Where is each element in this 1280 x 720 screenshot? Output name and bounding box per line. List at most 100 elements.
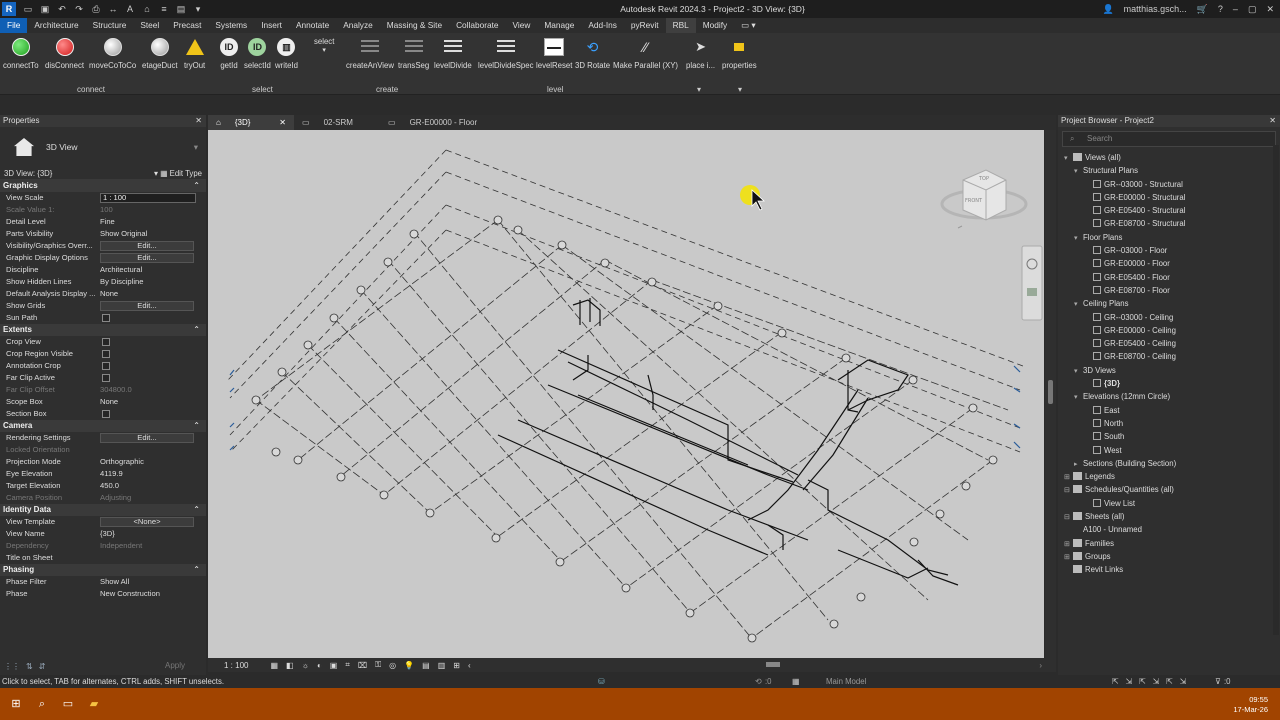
sort-icon[interactable]: ⇅: [26, 662, 33, 671]
browser-node[interactable]: GR-E00000 - Ceiling: [1058, 324, 1280, 337]
tab-floor-plan[interactable]: ▭ GR-E00000 - Floor: [380, 115, 500, 130]
apply-button[interactable]: Apply: [154, 660, 196, 672]
browser-node[interactable]: ⊞ Families: [1058, 537, 1280, 550]
etageduct-button[interactable]: etageDuct: [142, 37, 178, 70]
vertical-scrollbar[interactable]: [1045, 130, 1056, 658]
tab-3d[interactable]: ⌂ {3D} ✕: [208, 115, 294, 130]
property-checkbox[interactable]: [102, 374, 110, 382]
property-group-header[interactable]: Graphics ⌃: [0, 180, 206, 192]
property-checkbox[interactable]: [102, 410, 110, 418]
property-group-header[interactable]: Phasing ⌃: [0, 564, 206, 576]
browser-node[interactable]: GR--03000 - Floor: [1058, 244, 1280, 257]
browser-node[interactable]: ▾ 3D Views: [1058, 364, 1280, 377]
tab-rbl[interactable]: RBL: [665, 18, 696, 33]
expand-toggle-icon[interactable]: ▸: [1074, 458, 1083, 471]
tab-steel[interactable]: Steel: [133, 18, 166, 33]
3d-view-icon[interactable]: ⌂: [141, 3, 153, 15]
property-edit-button[interactable]: <None>: [100, 517, 194, 527]
browser-node[interactable]: GR--03000 - Ceiling: [1058, 311, 1280, 324]
browser-node[interactable]: ⊟ Sheets (all): [1058, 510, 1280, 523]
filter-icon[interactable]: ⊽: [1215, 675, 1221, 688]
tab-annotate[interactable]: Annotate: [289, 18, 336, 33]
expand-toggle-icon[interactable]: ⊞: [1064, 551, 1073, 564]
property-value[interactable]: Show All: [100, 577, 129, 586]
active-model[interactable]: Main Model: [826, 675, 866, 688]
property-value[interactable]: 4119.9: [100, 469, 123, 478]
browser-node[interactable]: GR-E00000 - Floor: [1058, 257, 1280, 270]
ribbon-options-icon[interactable]: ▭ ▾: [734, 18, 762, 33]
sort-desc-icon[interactable]: ⇵: [39, 662, 46, 671]
levelreset-button[interactable]: levelReset: [536, 37, 572, 70]
windows-start-icon[interactable]: ⊞: [9, 697, 23, 711]
browser-node[interactable]: Revit Links: [1058, 563, 1280, 576]
workset-icon[interactable]: ⛁: [598, 675, 605, 688]
expand-toggle-icon[interactable]: ▾: [1074, 298, 1083, 311]
tab-modify[interactable]: Modify: [696, 18, 734, 33]
worksharing-icon[interactable]: ⟲: [755, 675, 762, 688]
property-group-header[interactable]: Camera ⌃: [0, 420, 206, 432]
type-selector[interactable]: 3D View ▾: [0, 127, 206, 167]
property-value[interactable]: Show Original: [100, 229, 147, 238]
measure-icon[interactable]: ↔: [107, 3, 119, 15]
expand-toggle-icon[interactable]: ▾: [1064, 152, 1073, 165]
revit-logo-icon[interactable]: R: [2, 2, 16, 16]
horizontal-scrollbar-thumb[interactable]: [766, 662, 780, 667]
property-value[interactable]: None: [100, 397, 118, 406]
navigation-bar[interactable]: [1021, 245, 1043, 321]
property-value[interactable]: Architectural: [100, 265, 142, 274]
constraints-icon[interactable]: ⊞: [453, 661, 460, 670]
browser-node[interactable]: ⊞ Groups: [1058, 550, 1280, 563]
browser-node[interactable]: ⊟ Schedules/Quantities (all): [1058, 483, 1280, 496]
movecotoco-button[interactable]: moveCoToCo: [89, 37, 136, 70]
leveldividespec-button[interactable]: levelDivideSpec: [478, 37, 533, 70]
tab-pyrevit[interactable]: pyRevit: [624, 18, 666, 33]
browser-node[interactable]: ▾ Ceiling Plans: [1058, 297, 1280, 310]
undo-icon[interactable]: ↶: [56, 3, 68, 15]
property-edit-button[interactable]: Edit...: [100, 241, 194, 251]
writeid-button[interactable]: ▥ writeId: [275, 37, 298, 70]
clock[interactable]: 09:55 17-Mar-26: [1233, 695, 1268, 715]
property-edit-button[interactable]: Edit...: [100, 301, 194, 311]
browser-node[interactable]: A100 - Unnamed: [1058, 523, 1280, 536]
help-icon[interactable]: ?: [1218, 4, 1223, 14]
browser-node[interactable]: ▾ Floor Plans: [1058, 231, 1280, 244]
view-scale[interactable]: 1 : 100: [224, 661, 248, 670]
drawing-canvas[interactable]: TOP FRONT: [208, 130, 1044, 658]
connectto-button[interactable]: connectTo: [3, 37, 39, 70]
collapse-icon[interactable]: ⌃: [193, 504, 200, 516]
browser-node[interactable]: View List: [1058, 497, 1280, 510]
tab-02-srm[interactable]: ▭ 02-SRM: [294, 115, 380, 130]
property-group-header[interactable]: Extents ⌃: [0, 324, 206, 336]
property-edit-button[interactable]: Edit...: [100, 253, 194, 263]
minimize-icon[interactable]: –: [1233, 4, 1238, 14]
edit-type-button[interactable]: ▾ ▦ Edit Type: [154, 169, 202, 178]
collapse-icon[interactable]: ⌃: [193, 564, 200, 576]
scrollbar-thumb[interactable]: [1048, 380, 1053, 404]
crop-view-icon[interactable]: ⌗: [345, 660, 350, 670]
tab-add-ins[interactable]: Add-Ins: [581, 18, 624, 33]
show-crop-icon[interactable]: ⌧: [358, 661, 367, 670]
browser-node[interactable]: ▾ Views (all): [1058, 151, 1280, 164]
getid-button[interactable]: ID getId: [219, 37, 239, 70]
filter-icon[interactable]: ⋮⋮: [4, 662, 20, 671]
task-view-icon[interactable]: ▭: [61, 697, 75, 711]
reveal-hidden-icon[interactable]: 💡: [404, 661, 414, 670]
expand-toggle-icon[interactable]: ⊟: [1064, 511, 1073, 524]
expand-toggle-icon[interactable]: ▾: [1074, 232, 1083, 245]
tab-analyze[interactable]: Analyze: [336, 18, 380, 33]
property-checkbox[interactable]: [102, 314, 110, 322]
close-hidden-icon[interactable]: ▤: [175, 3, 187, 15]
property-group-header[interactable]: Identity Data ⌃: [0, 504, 206, 516]
lock-3d-icon[interactable]: ⚿: [375, 660, 381, 670]
detail-level-icon[interactable]: ▦: [270, 661, 278, 670]
scroll-right-icon[interactable]: ›: [1039, 661, 1042, 670]
tab-structure[interactable]: Structure: [86, 18, 134, 33]
expand-toggle-icon[interactable]: ⊞: [1064, 471, 1073, 484]
view-cube[interactable]: TOP FRONT: [940, 169, 1028, 229]
zoom-icon[interactable]: [1027, 288, 1037, 296]
property-checkbox[interactable]: [102, 338, 110, 346]
cart-icon[interactable]: 🛒: [1197, 4, 1208, 15]
browser-node[interactable]: West: [1058, 444, 1280, 457]
user-name[interactable]: matthias.gsch...: [1124, 4, 1187, 14]
browser-node[interactable]: GR-E08700 - Floor: [1058, 284, 1280, 297]
